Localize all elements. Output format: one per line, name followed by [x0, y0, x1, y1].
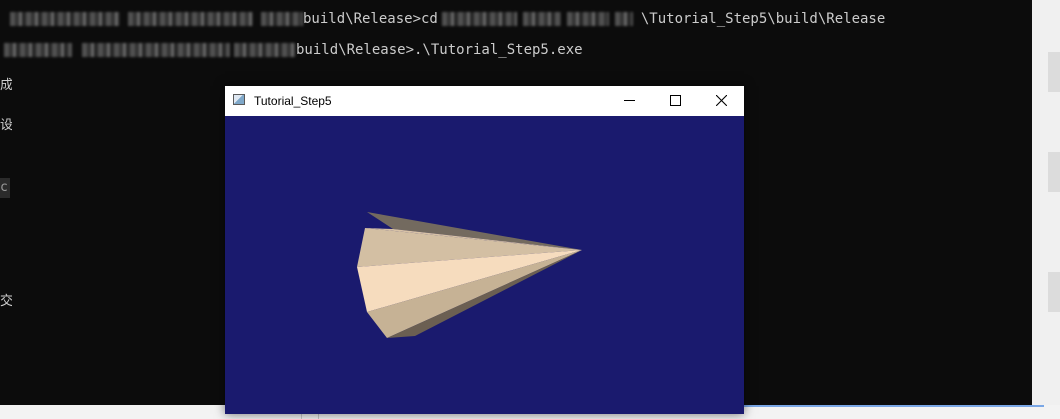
redacted-path: [566, 12, 609, 26]
scrollbar-segment[interactable]: [1048, 152, 1060, 192]
redacted-path: [522, 12, 561, 26]
scrollbar-segment[interactable]: [1048, 272, 1060, 312]
redacted-path: [82, 43, 230, 57]
side-text-fragment: 设: [0, 118, 12, 133]
minimize-button[interactable]: [606, 86, 652, 116]
side-text-fragment: c: [0, 180, 8, 195]
side-text-fragment: 交: [0, 294, 12, 309]
redacted-path: [441, 12, 517, 26]
minimize-icon: [624, 100, 635, 101]
close-icon: [716, 95, 727, 106]
side-text-fragment: 成: [0, 78, 12, 93]
console-command-text: \Tutorial_Step5\build\Release: [640, 11, 886, 27]
console-command-text: build\Release>cd: [303, 11, 438, 27]
title-bar[interactable]: Tutorial_Step5: [225, 86, 744, 116]
render-viewport[interactable]: [225, 116, 744, 414]
redacted-path: [10, 12, 120, 26]
desktop: build\Release>cd \Tutorial_Step5\build\Re…: [0, 0, 1060, 419]
console-line-1: build\Release>cd \Tutorial_Step5\build\Re…: [0, 8, 885, 30]
maximize-button[interactable]: [652, 86, 698, 116]
redacted-path: [128, 12, 253, 26]
scrollbar-segment[interactable]: [1048, 52, 1060, 92]
app-window-icon: [233, 94, 245, 105]
console-line-2: build\Release>.\Tutorial_Step5.exe: [0, 39, 583, 61]
redacted-path: [614, 12, 633, 26]
close-button[interactable]: [698, 86, 744, 116]
redacted-path: [261, 12, 303, 26]
console-command-text: build\Release>.\Tutorial_Step5.exe: [296, 42, 583, 58]
cone-rendering: [357, 212, 582, 338]
window-title: Tutorial_Step5: [254, 94, 332, 108]
maximize-icon: [670, 95, 681, 106]
app-window[interactable]: Tutorial_Step5: [225, 86, 744, 414]
redacted-path: [4, 43, 72, 57]
accent-line: [744, 405, 1044, 407]
redacted-path: [234, 43, 296, 57]
